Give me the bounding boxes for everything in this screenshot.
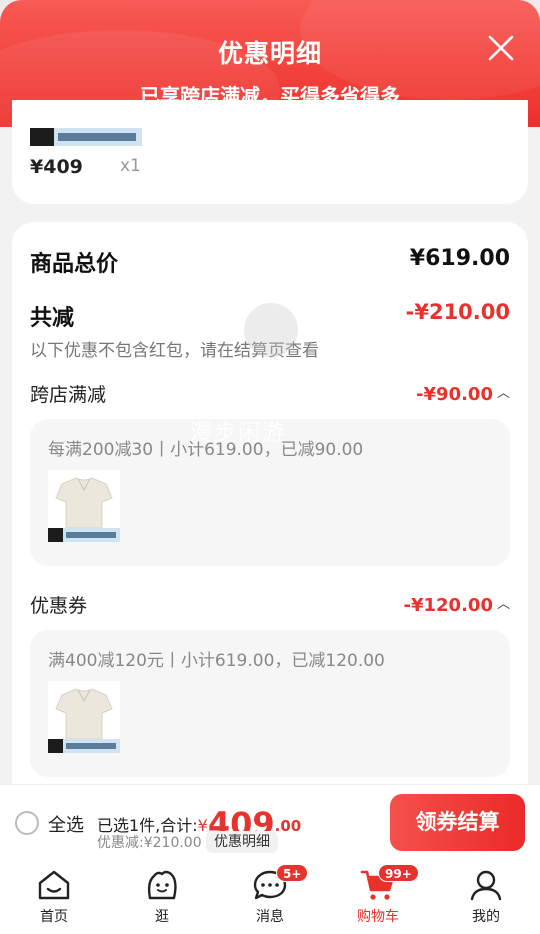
- coupon-value: -¥120.00: [403, 595, 493, 616]
- tab-browse-label: 逛: [155, 909, 169, 925]
- bottom-tab-bar: 首页 逛 5+ 消息 99+ 购物车 我的: [0, 860, 540, 934]
- tab-messages[interactable]: 5+ 消息: [230, 860, 310, 934]
- tab-messages-label: 消息: [256, 909, 284, 925]
- discount-amount: 优惠减:¥210.00: [97, 835, 202, 851]
- product-price: ¥409: [30, 156, 83, 178]
- home-icon: [38, 870, 70, 900]
- total-decimal: .00: [274, 817, 302, 835]
- loading-spinner: [244, 303, 298, 357]
- product-card: ¥409 x1: [12, 100, 528, 204]
- close-icon[interactable]: [486, 33, 516, 63]
- tab-home-label: 首页: [40, 909, 68, 925]
- total-reduce-value: -¥210.00: [405, 300, 510, 324]
- total-price-label: 商品总价: [30, 252, 119, 277]
- coupon-row[interactable]: 优惠券 -¥120.00 ︿: [30, 591, 510, 618]
- checkout-bar: 全选 已选1件,合计:¥409.00 优惠减:¥210.00 优惠明细 领券结算: [0, 784, 540, 860]
- tab-profile[interactable]: 我的: [446, 860, 526, 934]
- promo-tag-strip: [30, 128, 142, 146]
- coupon-detail: 满400减120元丨小计619.00，已减120.00: [48, 651, 385, 671]
- chevron-up-icon: ︿: [496, 597, 510, 612]
- cart-badge: 99+: [378, 864, 419, 882]
- checkout-button[interactable]: 领券结算: [390, 794, 525, 851]
- cross-store-value: -¥90.00: [416, 384, 493, 405]
- coupon-label: 优惠券: [30, 595, 88, 617]
- product-thumbnail[interactable]: [48, 470, 120, 542]
- cross-store-toggle[interactable]: -¥90.00 ︿: [416, 382, 510, 405]
- product-quantity: x1: [120, 156, 141, 176]
- select-all-radio[interactable]: [15, 811, 39, 835]
- coupon-detail-box: 满400减120元丨小计619.00，已减120.00: [30, 630, 510, 777]
- sheet-title: 优惠明细: [217, 39, 322, 68]
- profile-icon: [470, 870, 502, 901]
- cross-store-label: 跨店满减: [30, 384, 107, 406]
- tab-home[interactable]: 首页: [14, 860, 94, 934]
- total-price-value: ¥619.00: [409, 246, 510, 271]
- tab-browse[interactable]: 逛: [122, 860, 202, 934]
- discount-detail-button[interactable]: 优惠明细: [206, 831, 278, 853]
- total-price-row: 商品总价 ¥619.00: [30, 246, 510, 278]
- browse-icon: [147, 870, 177, 900]
- product-thumbnail[interactable]: [48, 681, 120, 753]
- select-all-label[interactable]: 全选: [48, 811, 84, 837]
- coupon-toggle[interactable]: -¥120.00 ︿: [404, 593, 510, 616]
- tab-profile-label: 我的: [472, 909, 500, 925]
- tab-cart-label: 购物车: [357, 909, 399, 925]
- chevron-up-icon: ︿: [496, 386, 510, 401]
- messages-badge: 5+: [276, 864, 309, 882]
- tab-cart[interactable]: 99+ 购物车: [338, 860, 419, 934]
- watermark-text: 漫步闲游: [190, 421, 287, 446]
- cross-store-row[interactable]: 跨店满减 -¥90.00 ︿: [30, 380, 510, 407]
